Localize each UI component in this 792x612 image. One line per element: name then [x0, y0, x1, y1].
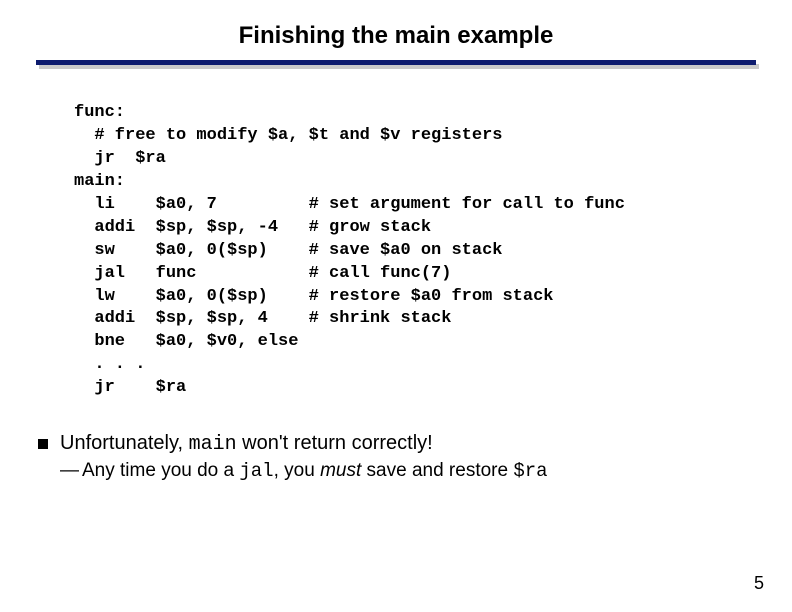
bullet-2-code2: $ra — [513, 460, 547, 482]
bullet-2-text-mid: , you — [274, 460, 320, 481]
bullet-1-text-post: won't return correctly! — [237, 432, 433, 454]
bullet-2-text-pre: Any time you do a — [82, 460, 239, 481]
bullet-2-text-post: save and restore — [361, 460, 513, 481]
bullet-2-ital: must — [320, 460, 361, 481]
title-rule — [36, 60, 756, 70]
bullet-2-code: jal — [239, 460, 273, 482]
bullet-1-text-pre: Unfortunately, — [60, 432, 189, 454]
title-rule-bar — [36, 60, 756, 65]
bullet-2: Any time you do a jal, you must save and… — [36, 460, 756, 482]
bullet-1-code: main — [189, 433, 237, 456]
slide: Finishing the main example func: # free … — [0, 0, 792, 612]
code-block: func: # free to modify $a, $t and $v reg… — [74, 102, 792, 400]
page-number: 5 — [754, 573, 764, 594]
bullet-1: Unfortunately, main won't return correct… — [36, 432, 756, 456]
bullet-list: Unfortunately, main won't return correct… — [36, 432, 756, 482]
slide-title: Finishing the main example — [0, 0, 792, 60]
